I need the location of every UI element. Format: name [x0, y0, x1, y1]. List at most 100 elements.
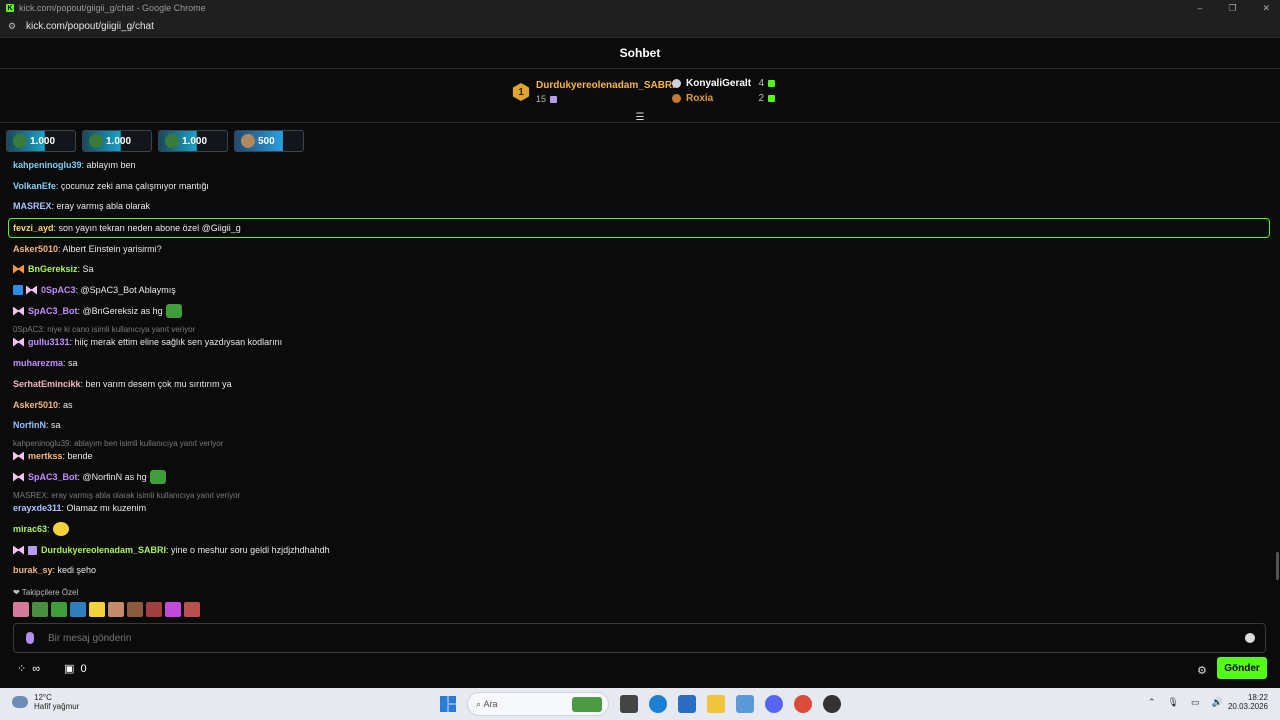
- username[interactable]: burak_sy: [13, 565, 53, 575]
- gear-icon[interactable]: ⚙: [1197, 664, 1207, 677]
- browser-titlebar: K kick.com/popout/giigii_g/chat - Google…: [0, 0, 1280, 16]
- chat-message[interactable]: 0SpAC3: @SpAC3_Bot Ablaymış: [13, 285, 176, 295]
- site-settings-icon[interactable]: ⚙: [8, 21, 18, 32]
- microphone-tray-icon[interactable]: 🎙: [1168, 697, 1179, 708]
- emote-icon[interactable]: [13, 602, 29, 617]
- chat-message[interactable]: erayxde311: Olamaz mı kuzenim: [13, 503, 146, 513]
- send-button[interactable]: Gönder: [1217, 657, 1267, 679]
- chat-message[interactable]: VolkanEfe: çocunuz zeki ama çalışmıyor m…: [13, 181, 209, 191]
- microphone-icon[interactable]: [26, 632, 34, 644]
- taskbar-clock[interactable]: 18:22 20.03.2026: [1226, 693, 1268, 711]
- username[interactable]: SpAC3_Bot: [28, 306, 78, 316]
- chat-message[interactable]: NorfinN: sa: [13, 420, 61, 430]
- frog-emote-icon[interactable]: [32, 602, 48, 617]
- chat-message[interactable]: kahpeninoglu39: ablayım ben: [13, 160, 136, 170]
- emote-icon[interactable]: [184, 602, 200, 617]
- chat-message[interactable]: BnGereksiz: Sa: [13, 264, 94, 274]
- chat-message[interactable]: Asker5010: as: [13, 400, 73, 410]
- chrome-icon[interactable]: [794, 695, 812, 713]
- leader-first[interactable]: 1 Durdukyereolenadam_SABRI 15: [512, 80, 675, 104]
- chat-message[interactable]: mirac63:: [13, 522, 69, 536]
- chat-message[interactable]: MASREX: eray varmış abla olarak: [13, 201, 150, 211]
- window-controls: – ❐ ✕: [1197, 0, 1270, 16]
- chat-message[interactable]: muharezma: sa: [13, 358, 78, 368]
- message-text: : as: [58, 400, 73, 410]
- frog-emote-icon[interactable]: [51, 602, 67, 617]
- chat-message[interactable]: Asker5010: Albert Einstein yarisirmi?: [13, 244, 162, 254]
- kick-points-icon[interactable]: ⁘: [17, 662, 26, 675]
- follower-label-text: Takipçilere Özel: [21, 588, 79, 597]
- store-icon[interactable]: [678, 695, 696, 713]
- username[interactable]: MASREX: [13, 201, 52, 211]
- chat-message[interactable]: gullu3131: hiiç merak ettim eline sağlık…: [13, 337, 282, 347]
- username[interactable]: gullu3131: [28, 337, 70, 347]
- pinned-gift[interactable]: 1.000: [82, 130, 152, 152]
- username[interactable]: VolkanEfe: [13, 181, 56, 191]
- network-icon[interactable]: ▭: [1191, 697, 1200, 708]
- chat-message[interactable]: SpAC3_Bot: @NorfinN as hg: [13, 470, 166, 484]
- weather-widget[interactable]: 12°C Hafif yağmur: [12, 693, 79, 711]
- store-icon[interactable]: ▣: [64, 662, 74, 675]
- chat-message[interactable]: SpAC3_Bot: @BnGereksiz as hg: [13, 304, 182, 318]
- close-button[interactable]: ✕: [1262, 3, 1270, 14]
- minimize-button[interactable]: –: [1197, 3, 1202, 13]
- cat-emote-icon[interactable]: [89, 602, 105, 617]
- file-explorer-icon[interactable]: [707, 695, 725, 713]
- chat-title: Sohbet: [619, 46, 661, 60]
- message-input-box[interactable]: [13, 623, 1266, 653]
- edge-icon[interactable]: [649, 695, 667, 713]
- reply-context[interactable]: 0SpAC3: niye ki cano isimli kullanıcıya …: [13, 325, 195, 334]
- taskbar-search[interactable]: ⌕ Ara: [467, 692, 609, 716]
- expand-leaderboard-icon[interactable]: ☰: [634, 112, 646, 123]
- url-text[interactable]: kick.com/popout/giigii_g/chat: [26, 21, 154, 32]
- reply-context[interactable]: kahpeninoglu39: ablayım ben isimli kulla…: [13, 439, 223, 448]
- pinned-gift[interactable]: 1.000: [6, 130, 76, 152]
- username[interactable]: 0SpAC3: [41, 285, 76, 295]
- system-tray[interactable]: ⌃ 🎙 ▭ 🔊: [1148, 697, 1223, 708]
- task-view-icon[interactable]: [620, 695, 638, 713]
- chat-message[interactable]: SerhatEmincikk: ben varım desem çok mu s…: [13, 379, 232, 389]
- username[interactable]: Asker5010: [13, 244, 58, 254]
- chevron-up-icon[interactable]: ⌃: [1148, 697, 1156, 708]
- username[interactable]: SerhatEmincikk: [13, 379, 81, 389]
- username[interactable]: kahpeninoglu39: [13, 160, 82, 170]
- username[interactable]: erayxde311: [13, 503, 62, 513]
- reply-context[interactable]: MASREX: eray varmış abla olarak isimli k…: [13, 491, 240, 500]
- restore-button[interactable]: ❐: [1228, 3, 1236, 14]
- username[interactable]: fevzi_ayd: [13, 223, 54, 233]
- gift-amount: 1.000: [106, 135, 132, 147]
- chat-message[interactable]: fevzi_ayd: son yayın tekrarı neden abone…: [13, 223, 241, 233]
- username[interactable]: NorfinN: [13, 420, 46, 430]
- frog-emote-icon[interactable]: [70, 602, 86, 617]
- face-emote-icon[interactable]: [108, 602, 124, 617]
- face-emote-icon[interactable]: [127, 602, 143, 617]
- username[interactable]: Asker5010: [13, 400, 58, 410]
- emoji-picker-icon[interactable]: [1245, 633, 1255, 643]
- volume-icon[interactable]: 🔊: [1212, 697, 1223, 708]
- hand-emote-icon[interactable]: [165, 602, 181, 617]
- username[interactable]: mirac63: [13, 524, 47, 534]
- pinned-gift[interactable]: 500: [234, 130, 304, 152]
- settings-icon[interactable]: [736, 695, 754, 713]
- pinned-gift[interactable]: 1.000: [158, 130, 228, 152]
- message-text: : ben varım desem çok mu sırıtırım ya: [80, 379, 232, 389]
- username[interactable]: BnGereksiz: [28, 264, 78, 274]
- username[interactable]: mertkss: [28, 451, 63, 461]
- chat-message[interactable]: Durdukyereolenadam_SABRI: yine o meshur …: [13, 545, 330, 555]
- frog-emote-icon: [149, 470, 166, 484]
- username[interactable]: SpAC3_Bot: [28, 472, 78, 482]
- chat-scrollbar[interactable]: [1276, 552, 1279, 580]
- discord-icon[interactable]: [765, 695, 783, 713]
- butterfly-badge-icon: [13, 545, 24, 555]
- chat-message[interactable]: mertkss: bende: [13, 451, 93, 461]
- message-input[interactable]: [48, 632, 1208, 644]
- address-bar[interactable]: ⚙ kick.com/popout/giigii_g/chat: [0, 16, 1280, 38]
- obs-icon[interactable]: [823, 695, 841, 713]
- start-button[interactable]: [440, 696, 456, 712]
- face-emote-icon[interactable]: [146, 602, 162, 617]
- chat-message[interactable]: burak_sy: kedi şeho: [13, 565, 96, 575]
- username[interactable]: Durdukyereolenadam_SABRI: [41, 545, 166, 555]
- leader-second[interactable]: KonyaliGeralt 4: [672, 76, 775, 90]
- leader-third[interactable]: Roxia 2: [672, 91, 775, 105]
- username[interactable]: muharezma: [13, 358, 63, 368]
